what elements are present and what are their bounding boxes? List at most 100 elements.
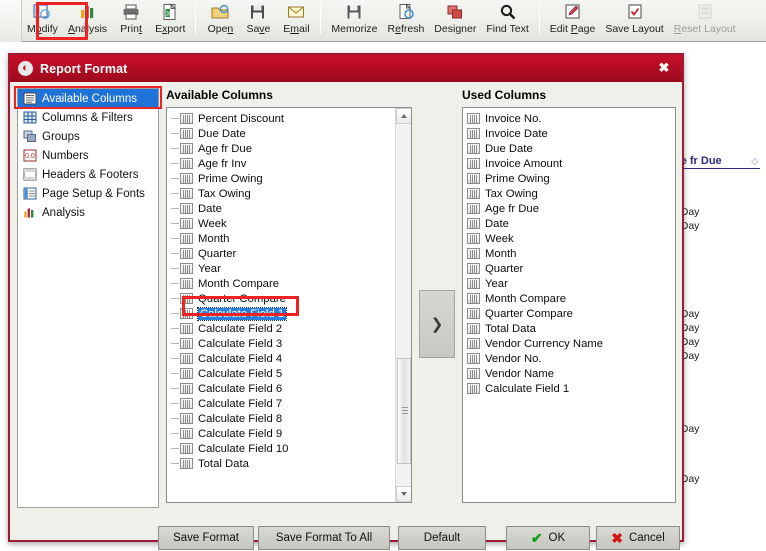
column-icon bbox=[180, 443, 193, 454]
toolbar-button-save[interactable]: Save bbox=[239, 0, 277, 40]
list-item[interactable]: Invoice Date bbox=[463, 126, 675, 141]
list-item[interactable]: Due Date bbox=[167, 126, 411, 141]
list-item[interactable]: Calculate Field 2 bbox=[167, 321, 411, 336]
list-item[interactable]: Calculate Field 3 bbox=[167, 336, 411, 351]
dialog-footer: Save Format Save Format To All Default ✔… bbox=[10, 519, 682, 551]
toolbar-button-edit-page[interactable]: Edit Page bbox=[545, 0, 601, 40]
list-item[interactable]: Total Data bbox=[167, 456, 411, 471]
list-item[interactable]: Quarter bbox=[463, 261, 675, 276]
list-item[interactable]: Vendor Name bbox=[463, 366, 675, 381]
toolbar-button-export[interactable]: X Export bbox=[150, 0, 190, 40]
toolbar-button-memorize[interactable]: Memorize bbox=[326, 0, 382, 40]
toolbar-button-print[interactable]: Print bbox=[112, 0, 150, 40]
toolbar-button-label: Save bbox=[246, 23, 271, 35]
tree-line bbox=[171, 148, 179, 149]
toolbar-button-find-text[interactable]: Find Text bbox=[481, 0, 533, 40]
sidebar-item-page-setup-fonts[interactable]: Page Setup & Fonts bbox=[18, 184, 158, 203]
close-icon[interactable]: ✖ bbox=[656, 60, 672, 76]
sidebar-item-columns-filters[interactable]: Columns & Filters bbox=[18, 108, 158, 127]
column-icon bbox=[180, 413, 193, 424]
list-item[interactable]: Quarter Compare bbox=[167, 291, 411, 306]
column-icon bbox=[467, 173, 480, 184]
available-columns-scrollbar[interactable] bbox=[395, 108, 411, 502]
sidebar-item-groups[interactable]: Groups bbox=[18, 127, 158, 146]
list-item[interactable]: Calculate Field 6 bbox=[167, 381, 411, 396]
sidebar-item-analysis[interactable]: Analysis bbox=[18, 203, 158, 222]
column-icon bbox=[180, 383, 193, 394]
toolbar-button-save-layout[interactable]: Save Layout bbox=[600, 0, 668, 40]
used-columns-listbox[interactable]: Invoice No. Invoice Date Due Date Invoice A… bbox=[462, 107, 676, 503]
cancel-button[interactable]: ✖ Cancel bbox=[596, 526, 680, 550]
list-item[interactable]: Prime Owing bbox=[463, 171, 675, 186]
list-item[interactable]: Percent Discount bbox=[167, 111, 411, 126]
list-item[interactable]: Prime Owing bbox=[167, 171, 411, 186]
list-item[interactable]: Calculate Field 1 bbox=[463, 381, 675, 396]
tree-line bbox=[171, 373, 179, 374]
toolbar-button-designer[interactable]: Designer bbox=[429, 0, 481, 40]
list-item[interactable]: Month bbox=[167, 231, 411, 246]
list-item[interactable]: Tax Owing bbox=[463, 186, 675, 201]
open-folder-icon bbox=[209, 2, 231, 22]
list-item[interactable]: Calculate Field 8 bbox=[167, 411, 411, 426]
list-item[interactable]: Calculate Field 4 bbox=[167, 351, 411, 366]
toolbar-separator bbox=[320, 4, 322, 34]
magnifier-icon bbox=[497, 2, 519, 22]
save-format-button[interactable]: Save Format bbox=[158, 526, 254, 550]
list-item[interactable]: Calculate Field 10 bbox=[167, 441, 411, 456]
ok-button[interactable]: ✔ OK bbox=[506, 526, 590, 550]
scroll-up-icon[interactable] bbox=[396, 108, 411, 124]
list-item[interactable]: Invoice No. bbox=[463, 111, 675, 126]
list-item[interactable]: Age fr Due bbox=[463, 201, 675, 216]
sidebar-item-numbers[interactable]: 0.0 Numbers bbox=[18, 146, 158, 165]
column-icon bbox=[180, 203, 193, 214]
list-item[interactable]: Tax Owing bbox=[167, 186, 411, 201]
dialog-title-bar[interactable]: ◐ Report Format ✖ bbox=[10, 55, 682, 82]
scrollbar-thumb[interactable] bbox=[397, 358, 411, 464]
header-footer-icon bbox=[22, 168, 37, 182]
list-item[interactable]: Calculate Field 1 bbox=[167, 306, 411, 321]
toolbar-button-refresh[interactable]: Refresh bbox=[383, 0, 430, 40]
list-item[interactable]: Month Compare bbox=[463, 291, 675, 306]
default-button[interactable]: Default bbox=[398, 526, 486, 550]
tree-line bbox=[171, 298, 179, 299]
list-item[interactable]: Year bbox=[167, 261, 411, 276]
save-format-to-all-button[interactable]: Save Format To All bbox=[258, 526, 390, 550]
available-columns-listbox[interactable]: Percent Discount Due Date Age fr Due Age fr… bbox=[166, 107, 412, 503]
list-item[interactable]: Date bbox=[463, 216, 675, 231]
column-icon bbox=[180, 263, 193, 274]
tree-line bbox=[171, 118, 179, 119]
list-item[interactable]: Invoice Amount bbox=[463, 156, 675, 171]
list-item[interactable]: Total Data bbox=[463, 321, 675, 336]
report-column-header-age-fr-due[interactable]: ge fr Due bbox=[674, 155, 760, 169]
list-item[interactable]: Quarter Compare bbox=[463, 306, 675, 321]
sidebar-item-headers-footers[interactable]: Headers & Footers bbox=[18, 165, 158, 184]
toolbar-button-label: Refresh bbox=[387, 23, 425, 35]
column-icon bbox=[180, 158, 193, 169]
list-item[interactable]: Vendor No. bbox=[463, 351, 675, 366]
list-item[interactable]: Calculate Field 9 bbox=[167, 426, 411, 441]
list-item[interactable]: Calculate Field 7 bbox=[167, 396, 411, 411]
list-item-label: Year bbox=[198, 262, 221, 275]
list-item[interactable]: Week bbox=[463, 231, 675, 246]
list-item[interactable]: Week bbox=[167, 216, 411, 231]
list-item[interactable]: Month Compare bbox=[167, 276, 411, 291]
toolbar-button-open[interactable]: Open bbox=[201, 0, 239, 40]
scroll-down-icon[interactable] bbox=[396, 486, 411, 502]
list-item[interactable]: Calculate Field 5 bbox=[167, 366, 411, 381]
list-item[interactable]: Month bbox=[463, 246, 675, 261]
sidebar-item-available-columns[interactable]: Available Columns bbox=[18, 89, 158, 108]
list-item[interactable]: Date bbox=[167, 201, 411, 216]
list-item[interactable]: Quarter bbox=[167, 246, 411, 261]
list-item-label: Calculate Field 2 bbox=[198, 322, 283, 335]
list-item-label: Year bbox=[485, 277, 508, 290]
list-item[interactable]: Year bbox=[463, 276, 675, 291]
move-right-button[interactable]: ❯ bbox=[419, 290, 455, 358]
list-item[interactable]: Vendor Currency Name bbox=[463, 336, 675, 351]
toolbar-button-label: Open bbox=[207, 23, 234, 35]
list-item[interactable]: Age fr Inv bbox=[167, 156, 411, 171]
envelope-icon bbox=[285, 2, 307, 22]
list-item[interactable]: Due Date bbox=[463, 141, 675, 156]
sort-marker-icon[interactable]: ◇ bbox=[751, 156, 758, 167]
list-item[interactable]: Age fr Due bbox=[167, 141, 411, 156]
toolbar-button-email[interactable]: Email bbox=[277, 0, 315, 40]
